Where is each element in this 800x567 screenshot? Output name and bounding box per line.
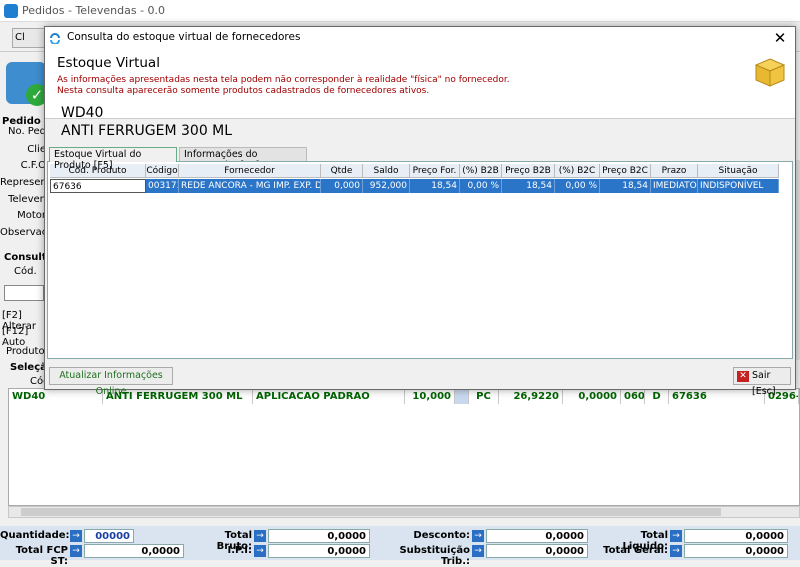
arrow-icon: → — [254, 530, 266, 542]
column-header[interactable]: Código — [146, 164, 179, 178]
row-qty: 10,000 — [405, 389, 455, 404]
tab-supplier-info[interactable]: Informações do Fornecedor [F6] — [179, 147, 307, 171]
bg-label: Televen — [8, 194, 46, 205]
exit-button-label: Sair [Esc] — [752, 370, 776, 397]
cell-b2c-price[interactable]: 18,54 — [600, 179, 651, 193]
arrow-icon: → — [254, 545, 266, 557]
box-icon — [754, 58, 786, 87]
update-online-button[interactable]: Atualizar Informações Online — [49, 367, 173, 397]
toolbar-button[interactable]: Cl — [12, 28, 46, 48]
cell-supplier[interactable]: REDE ANCORA - MG IMP. EXP. DIST — [179, 179, 321, 193]
app-logo-icon — [50, 33, 60, 44]
desconto-field: 0,0000 — [486, 529, 588, 543]
main-title: Pedidos - Televendas - 0.0 — [22, 4, 166, 17]
notice-line-2: Nesta consulta aparecerão somente produt… — [57, 86, 430, 96]
bg-label: No. Ped — [8, 126, 46, 137]
app-icon — [4, 4, 18, 18]
ipi-field: 0,0000 — [268, 544, 370, 558]
column-header[interactable]: Qtde Min. — [321, 164, 363, 190]
close-icon[interactable]: ✕ — [769, 28, 791, 48]
column-header[interactable]: Preço B2C — [600, 164, 651, 178]
tab-strip: Estoque Virtual do Produto [F5] Informaç… — [49, 147, 793, 171]
arrow-icon: → — [472, 545, 484, 557]
column-header[interactable]: Saldo — [363, 164, 410, 178]
row-cfop: 060 — [621, 389, 645, 404]
column-header[interactable]: Preço B2B — [502, 164, 555, 178]
cell-product-code[interactable]: 67636 — [50, 179, 146, 193]
total-geral-field: 0,0000 — [684, 544, 788, 558]
cell-status[interactable]: INDISPONÍVEL — [698, 179, 779, 193]
bg-search-input[interactable] — [4, 285, 44, 301]
column-header[interactable]: Preço For. — [410, 164, 460, 178]
total-fcp-label: Total FCP ST: — [15, 545, 68, 567]
tab-panel: Cód. Produto Código Fornecedor Qtde Min.… — [47, 161, 793, 359]
ipi-label: I.P.I: — [227, 545, 252, 556]
horizontal-scrollbar[interactable] — [8, 506, 800, 518]
row-code: WD40 — [9, 389, 103, 404]
table-row[interactable]: WD40 ANTI FERRUGEM 300 ML APLICACAO PADR… — [9, 389, 799, 404]
column-header[interactable]: (%) B2B — [460, 164, 502, 178]
cell-balance[interactable]: 952,000 — [363, 179, 410, 193]
cell-b2b-price[interactable]: 18,54 — [502, 179, 555, 193]
arrow-icon: → — [70, 530, 82, 542]
row-unit: PC — [469, 389, 499, 404]
total-fcp-field: 0,0000 — [84, 544, 184, 558]
row-application: APLICACAO PADRAO — [253, 389, 405, 404]
bg-label: [F12] Auto — [2, 326, 29, 348]
stock-grid: Cód. Produto Código Fornecedor Qtde Min.… — [48, 162, 792, 358]
row-ref: 67636 — [669, 389, 765, 404]
bg-label: C.F.O — [20, 160, 46, 171]
total-liquido-field: 0,0000 — [684, 529, 788, 543]
cell-supplier-price[interactable]: 18,54 — [410, 179, 460, 193]
quantidade-field: 00000 — [84, 529, 134, 543]
total-geral-label: Total Geral: — [603, 545, 668, 556]
subst-label: Substituição Trib.: — [399, 545, 470, 567]
items-grid: WD40 ANTI FERRUGEM 300 ML APLICACAO PADR… — [8, 388, 800, 506]
bg-label: Observaç — [0, 227, 48, 238]
arrow-icon: → — [670, 545, 682, 557]
bg-label: Clie — [27, 144, 46, 155]
product-code: WD40 — [61, 105, 104, 121]
cell-qty-min[interactable]: 0,000 — [321, 179, 363, 193]
dialog-title: Consulta do estoque virtual de fornecedo… — [67, 31, 301, 43]
stock-dialog: Consulta do estoque virtual de fornecedo… — [44, 26, 796, 397]
arrow-icon: → — [70, 545, 82, 557]
scroll-thumb[interactable] — [21, 508, 721, 516]
arrow-icon: → — [670, 530, 682, 542]
row-value2: 0,0000 — [563, 389, 621, 404]
cell-b2b-pct[interactable]: 0,00 % — [460, 179, 502, 193]
desconto-label: Desconto: — [413, 530, 470, 541]
exit-button[interactable]: ✕ Sair [Esc] — [733, 367, 791, 397]
row-price: 26,9220 — [499, 389, 563, 404]
column-header[interactable]: (%) B2C — [555, 164, 600, 178]
bg-label: Motor — [17, 210, 46, 221]
notice-line-1: As informações apresentadas nesta tela p… — [57, 75, 510, 85]
quantidade-label: Quantidade: — [0, 530, 70, 541]
bg-label: Representa — [0, 177, 57, 188]
dialog-title-bar: Consulta do estoque virtual de fornecedo… — [45, 27, 795, 49]
total-bruto-field: 0,0000 — [268, 529, 370, 543]
column-header[interactable]: Prazo — [651, 164, 698, 178]
cell-b2c-pct[interactable]: 0,00 % — [555, 179, 600, 193]
info-header: Estoque Virtual As informações apresenta… — [45, 49, 795, 119]
row-type: D — [645, 389, 669, 404]
totals-bar: Quantidade: → 00000 Total FCP ST: → 0,00… — [0, 526, 800, 567]
close-icon: ✕ — [737, 371, 749, 382]
tab-virtual-stock[interactable]: Estoque Virtual do Produto [F5] — [49, 147, 177, 171]
arrow-icon: → — [472, 530, 484, 542]
user-icon: ✓ — [6, 62, 48, 106]
main-title-bar: Pedidos - Televendas - 0.0 — [0, 0, 800, 22]
cell-code[interactable]: 003173 — [146, 179, 179, 193]
section-heading: Estoque Virtual — [57, 55, 160, 71]
row-spacer — [455, 389, 469, 404]
column-header[interactable]: Fornecedor — [179, 164, 321, 178]
subst-field: 0,0000 — [486, 544, 588, 558]
cell-term[interactable]: IMEDIATO — [651, 179, 698, 193]
product-name: ANTI FERRUGEM 300 ML — [61, 123, 233, 139]
column-header[interactable]: Situação — [698, 164, 779, 178]
